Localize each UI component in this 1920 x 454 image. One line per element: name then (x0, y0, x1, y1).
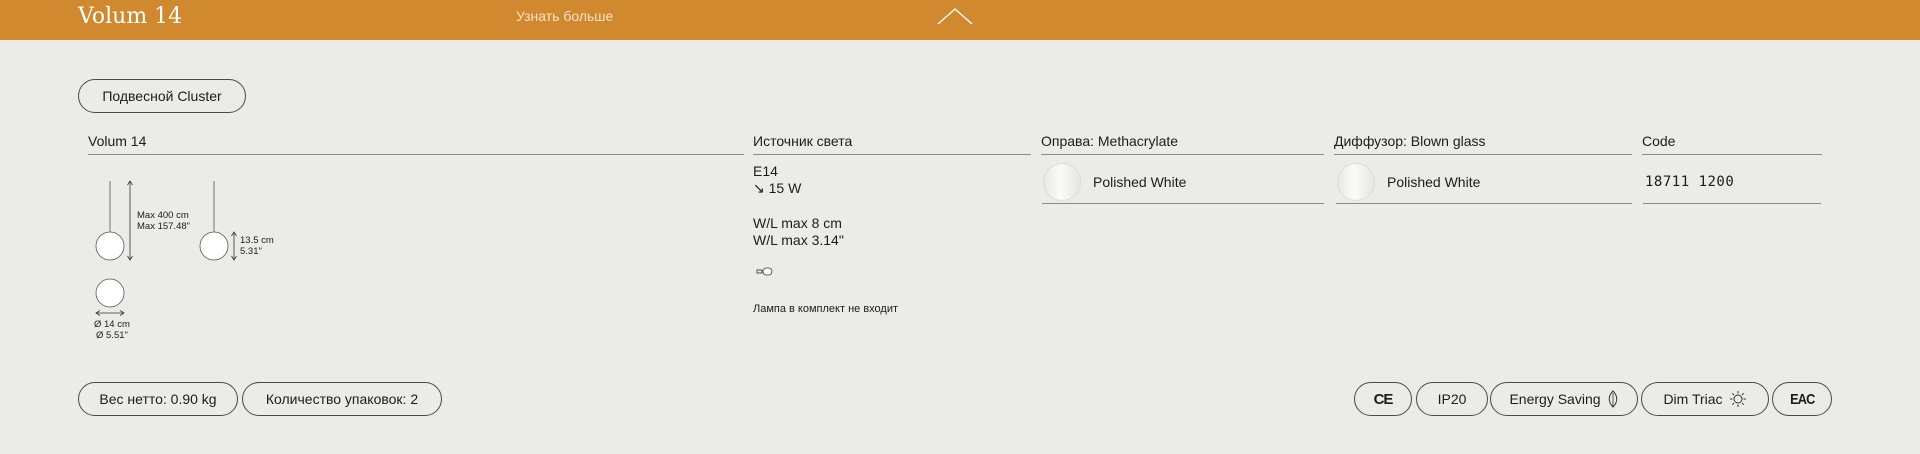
diffuser-finish-swatch (1337, 163, 1375, 201)
bulb-size-cm: W/L max 8 cm (753, 215, 842, 231)
column-frame: Оправа: Methacrylate (1041, 133, 1324, 155)
top-bar: Volum 14 Узнать больше (0, 0, 1920, 40)
column-product-label: Volum 14 (88, 133, 147, 149)
eac-badge-label: EAC (1789, 390, 1815, 408)
column-light-source-label: Источник света (753, 133, 853, 149)
column-code: Code (1642, 133, 1822, 155)
column-light-source: Источник света (753, 133, 1031, 155)
max-length-in: Max 157.48" (137, 221, 190, 232)
height-cm: 13.5 cm (240, 235, 274, 246)
column-code-label: Code (1642, 133, 1676, 149)
product-code: 18711 1200 (1643, 161, 1821, 204)
max-length-cm: Max 400 cm (137, 210, 189, 221)
energy-saving-label: Energy Saving (1509, 391, 1601, 407)
product-title: Volum 14 (78, 4, 183, 29)
frame-finish-label: Polished White (1093, 174, 1187, 190)
leaf-icon (1608, 390, 1617, 408)
learn-more-link[interactable]: Узнать больше (516, 8, 613, 24)
bulb-size-in: W/L max 3.14" (753, 232, 844, 248)
category-pill[interactable]: Подвесной Cluster (78, 79, 246, 113)
packages-pill: Количество упаковок: 2 (242, 382, 442, 416)
ce-badge: CE (1354, 382, 1412, 416)
bulb-not-included-note: Лампа в комплект не входит (753, 303, 899, 315)
column-product: Volum 14 (88, 133, 744, 155)
ip20-badge-label: IP20 (1437, 391, 1467, 407)
ce-badge-label: CE (1373, 390, 1394, 408)
power-rating: ↘ 15 W (753, 180, 802, 196)
ip20-badge: IP20 (1416, 382, 1488, 416)
dimension-diagram: Max 400 cm Max 157.48" 13.5 cm 5.31" Ø 1… (94, 180, 274, 341)
dim-triac-label: Dim Triac (1663, 391, 1723, 407)
diffuser-finish-option[interactable]: Polished White (1336, 161, 1632, 204)
dimmer-icon (1729, 391, 1746, 407)
diameter-cm: Ø 14 cm (94, 319, 130, 330)
net-weight-pill: Вес нетто: 0.90 kg (78, 382, 238, 416)
diffuser-finish-label: Polished White (1387, 174, 1481, 190)
bulb-icon (756, 267, 773, 276)
diameter-in: Ø 5.51" (96, 330, 128, 341)
light-source-specs: E14 ↘ 15 W W/L max 8 cm W/L max 3.14" (753, 163, 844, 249)
frame-finish-swatch (1043, 163, 1081, 201)
column-diffuser-label: Диффузор: Blown glass (1334, 133, 1486, 149)
eac-badge: EAC (1772, 382, 1832, 416)
energy-saving-badge: Energy Saving (1490, 382, 1638, 416)
frame-finish-option[interactable]: Polished White (1042, 161, 1324, 204)
dim-triac-badge: Dim Triac (1641, 382, 1769, 416)
column-diffuser: Диффузор: Blown glass (1334, 133, 1632, 155)
socket-type: E14 (753, 163, 778, 179)
height-in: 5.31" (240, 246, 262, 257)
chevron-up-icon[interactable] (936, 6, 974, 26)
column-frame-label: Оправа: Methacrylate (1041, 133, 1179, 149)
